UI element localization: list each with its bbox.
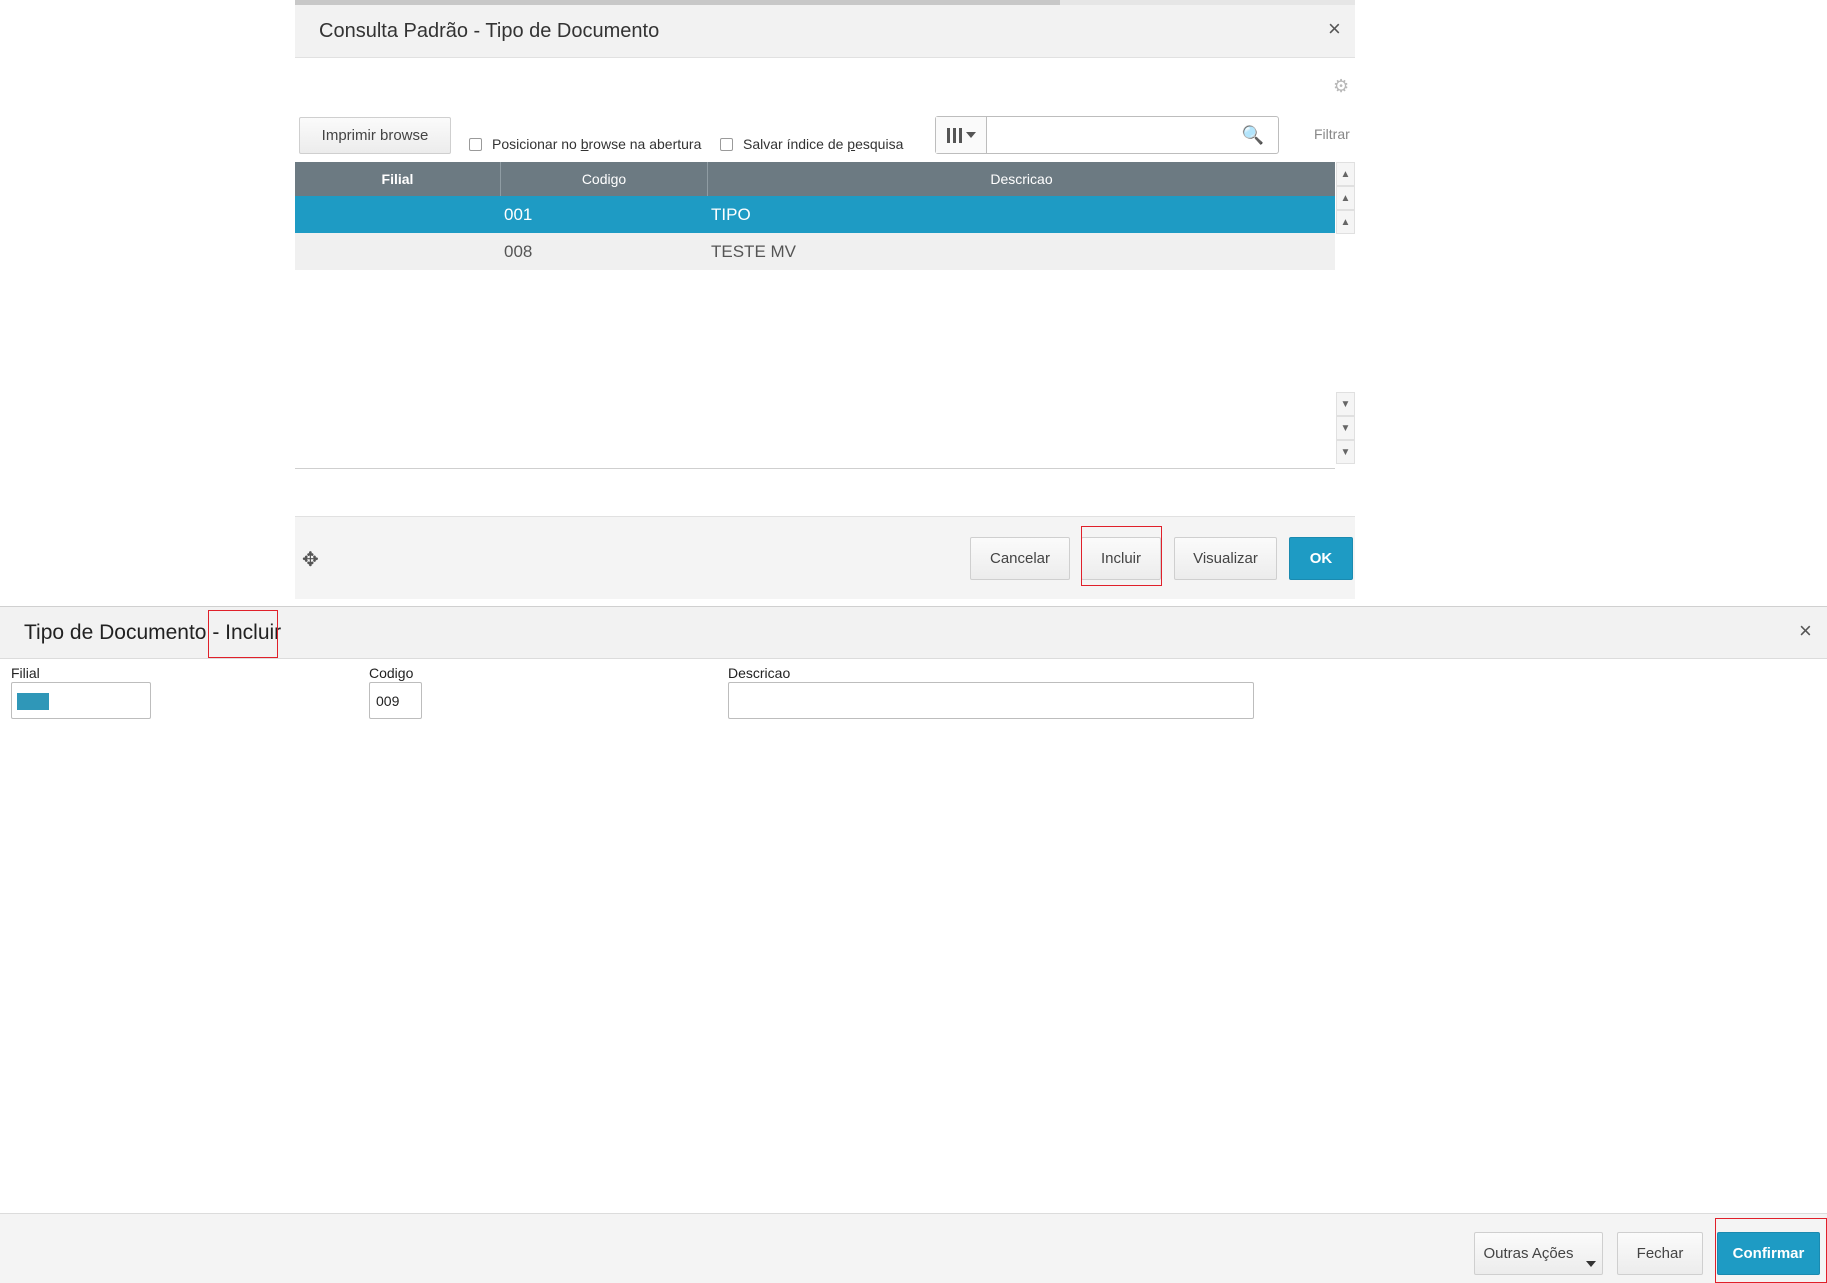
checkbox-posicionar-browse[interactable]: Posicionar no browse na abertura xyxy=(469,136,701,152)
scroll-last-icon[interactable]: ▼ xyxy=(1336,440,1355,464)
scroll-page-down-icon[interactable]: ▼ xyxy=(1336,416,1355,440)
close-icon[interactable]: × xyxy=(1328,18,1341,40)
search-input[interactable] xyxy=(988,118,1242,152)
outras-acoes-label: Outras Ações xyxy=(1483,1245,1574,1262)
checkbox-salvar-indice[interactable]: Salvar índice de pesquisa xyxy=(720,136,903,152)
descricao-field[interactable] xyxy=(728,682,1254,719)
checkbox-box[interactable] xyxy=(469,137,482,151)
checkbox-box[interactable] xyxy=(720,137,733,151)
cell-descricao: TESTE MV xyxy=(711,241,797,261)
codigo-field[interactable] xyxy=(369,682,422,719)
cell-filial xyxy=(295,196,500,233)
codigo-label: Codigo xyxy=(369,665,414,681)
table-row[interactable]: 008 TESTE MV xyxy=(295,233,1335,270)
cancel-button[interactable]: Cancelar xyxy=(970,537,1070,580)
outras-acoes-button[interactable]: Outras Ações xyxy=(1474,1232,1603,1275)
filter-link[interactable]: Filtrar xyxy=(1314,126,1350,142)
move-icon[interactable]: ✥ xyxy=(302,547,319,572)
column-header-descricao[interactable]: Descricao xyxy=(707,162,1335,196)
include-button[interactable]: Incluir xyxy=(1081,537,1161,580)
incluir-footer: Outras Ações Fechar Confirmar xyxy=(0,1213,1827,1283)
cell-codigo: 008 xyxy=(504,241,533,261)
grid-empty-area xyxy=(295,272,1335,469)
cell-codigo: 001 xyxy=(504,204,533,224)
chevron-down-icon xyxy=(965,132,976,138)
consulta-padrao-dialog: Consulta Padrão - Tipo de Documento × ⚙ … xyxy=(295,0,1355,599)
scroll-up-icon[interactable]: ▲ xyxy=(1336,210,1355,234)
column-header-codigo[interactable]: Codigo xyxy=(500,162,707,196)
view-button[interactable]: Visualizar xyxy=(1174,537,1277,580)
search-icon[interactable]: 🔍 xyxy=(1242,125,1264,146)
scroll-first-icon[interactable]: ▲ xyxy=(1336,162,1355,186)
search-box: 🔍 xyxy=(935,116,1279,154)
incluir-titlebar: Tipo de Documento - Incluir × xyxy=(0,607,1827,659)
column-header-filial[interactable]: Filial xyxy=(295,162,500,196)
title-prefix: Tipo de Documento - xyxy=(24,621,226,644)
descricao-label: Descricao xyxy=(728,665,791,681)
incluir-title: Tipo de Documento - Incluir xyxy=(24,621,281,645)
checkbox-posicionar-label: Posicionar no browse na abertura xyxy=(492,136,702,152)
print-browse-button[interactable]: Imprimir browse xyxy=(299,117,451,154)
chevron-down-icon xyxy=(1586,1261,1596,1267)
close-button[interactable]: Fechar xyxy=(1617,1232,1703,1275)
columns-icon xyxy=(946,127,962,143)
confirm-button[interactable]: Confirmar xyxy=(1717,1232,1820,1275)
cell-descricao: TIPO xyxy=(711,204,751,224)
grid-header: Filial Codigo Descricao xyxy=(295,162,1335,196)
table-row[interactable]: 001 TIPO xyxy=(295,196,1335,233)
background-area xyxy=(0,0,296,593)
scroll-page-up-icon[interactable]: ▲ xyxy=(1336,186,1355,210)
checkbox-salvar-label: Salvar índice de pesquisa xyxy=(743,136,904,152)
consulta-titlebar: Consulta Padrão - Tipo de Documento × xyxy=(295,5,1355,58)
title-action: Incluir xyxy=(225,621,282,644)
filial-value-swatch xyxy=(17,693,49,710)
scroll-down-icon[interactable]: ▼ xyxy=(1336,392,1355,416)
consulta-footer: ✥ Cancelar Incluir Visualizar OK xyxy=(295,516,1355,599)
close-icon[interactable]: × xyxy=(1799,620,1812,642)
cell-filial xyxy=(295,233,500,270)
ok-button[interactable]: OK xyxy=(1289,537,1353,580)
filial-label: Filial xyxy=(11,665,40,681)
grid-scrollbar: ▲ ▲ ▲ ▼ ▼ ▼ xyxy=(1336,162,1355,468)
consulta-title: Consulta Padrão - Tipo de Documento xyxy=(319,20,660,42)
gear-icon[interactable]: ⚙ xyxy=(1333,76,1349,97)
column-selector-dropdown[interactable] xyxy=(936,117,987,153)
